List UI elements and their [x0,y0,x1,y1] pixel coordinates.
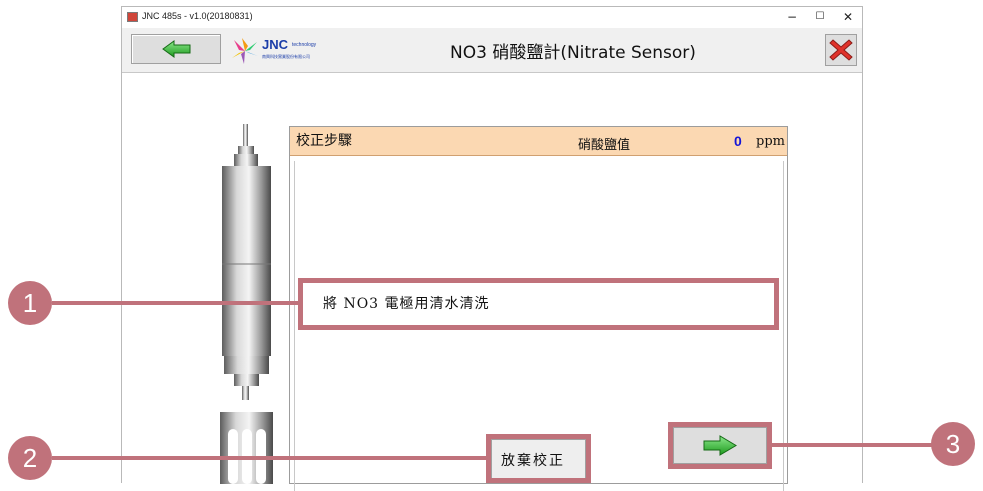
jnc-logo: JNC technology 南興科技實業股份有限公司 [230,36,320,66]
page-title: NO3 硝酸鹽計(Nitrate Sensor) [450,43,696,63]
calibration-header: 校正步驟 硝酸鹽值 0 ppm [290,127,787,156]
nitrate-reading-value: 0 [734,133,742,149]
highlight-next-button [668,422,772,469]
red-x-icon [829,39,853,61]
callout-badge-3: 3 [931,422,975,466]
window-title: JNC 485s - v1.0(20180831) [142,11,253,21]
jnc-logo-icon [232,38,258,64]
toolbar: JNC technology 南興科技實業股份有限公司 NO3 硝酸鹽計(Nit… [122,28,862,73]
highlight-cancel-button [486,434,591,483]
highlight-step-text [298,278,779,330]
callout-line-3 [772,443,932,447]
title-bar: JNC 485s - v1.0(20180831) − ☐ ✕ [122,7,862,28]
callout-line-2 [52,456,486,460]
nitrate-reading-unit: ppm [756,134,785,149]
callout-line-1 [52,301,298,305]
logo-text: JNC [262,37,289,52]
minimize-button[interactable]: − [778,8,806,26]
app-window: JNC 485s - v1.0(20180831) − ☐ ✕ JNC tech… [121,6,863,491]
app-icon [127,12,138,22]
maximize-button[interactable]: ☐ [806,8,834,26]
back-button[interactable] [131,34,221,64]
callout-badge-1: 1 [8,281,52,325]
logo-company-name: 南興科技實業股份有限公司 [262,54,310,59]
callout-badge-2: 2 [8,436,52,480]
calibration-steps-title: 校正步驟 [296,133,352,149]
exit-button[interactable] [825,34,857,66]
green-left-arrow-icon [162,40,191,58]
logo-tagline: technology [292,42,317,48]
nitrate-reading-label: 硝酸鹽值 [578,138,631,153]
close-window-button[interactable]: ✕ [834,8,862,26]
